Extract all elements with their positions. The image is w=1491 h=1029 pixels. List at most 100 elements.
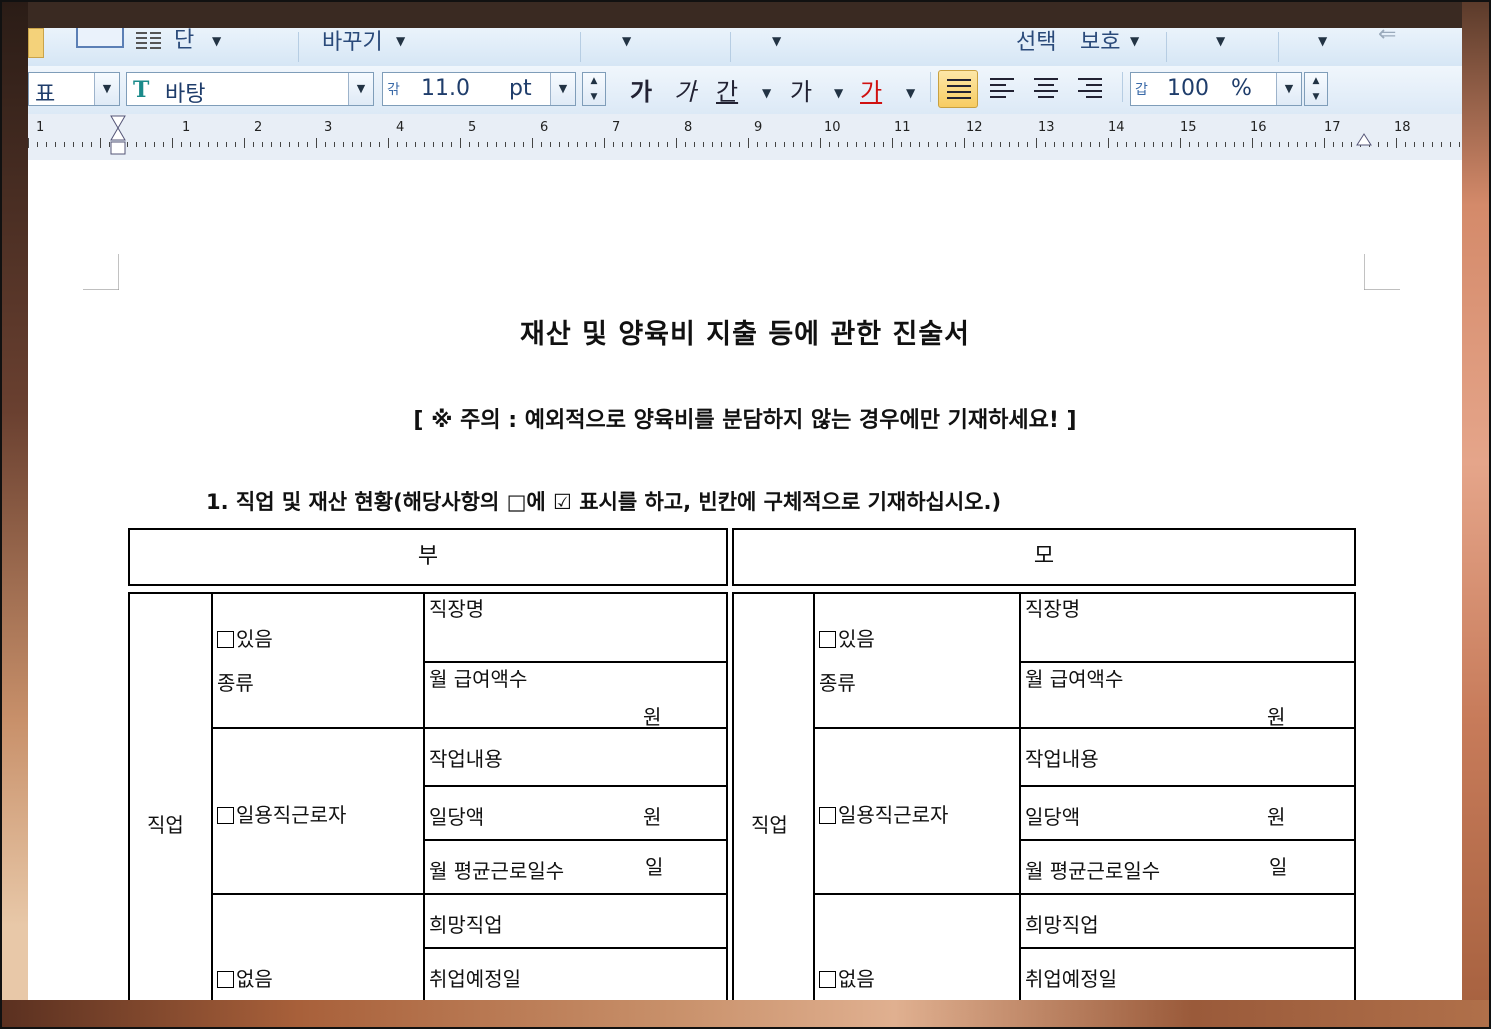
underline-button[interactable]: 간 bbox=[716, 72, 738, 107]
ruler-tick bbox=[1198, 142, 1199, 147]
ruler-tick bbox=[1387, 142, 1388, 147]
ruler-tick bbox=[973, 142, 974, 147]
ruler-number: 8 bbox=[684, 120, 693, 135]
ruler-tick bbox=[514, 142, 515, 147]
font-size-spinner[interactable]: ▲ ▼ bbox=[582, 72, 606, 106]
ruler-tick bbox=[307, 142, 308, 147]
ruler-tick bbox=[775, 142, 776, 147]
table-outline bbox=[732, 592, 1356, 1000]
separator bbox=[730, 32, 731, 62]
right-indent-marker-icon[interactable] bbox=[1356, 132, 1372, 146]
background-right bbox=[1462, 0, 1491, 1029]
chevron-down-icon[interactable]: ▼ bbox=[762, 86, 771, 100]
ruler-tick bbox=[541, 142, 542, 147]
line-spacing-spinner[interactable]: ▲ ▼ bbox=[1304, 72, 1328, 106]
select-button[interactable]: 선택 bbox=[1016, 28, 1056, 56]
ruler-tick bbox=[829, 142, 830, 147]
chevron-down-icon[interactable]: ▼ bbox=[906, 86, 915, 100]
columns-button[interactable]: 단 bbox=[174, 28, 194, 54]
chevron-down-icon[interactable]: ▼ bbox=[550, 73, 575, 105]
ruler-tick bbox=[433, 142, 434, 147]
ruler-tick bbox=[46, 142, 47, 147]
chevron-down-icon[interactable]: ▼ bbox=[622, 34, 631, 48]
ruler-tick bbox=[325, 142, 326, 147]
ruler-tick bbox=[784, 142, 785, 147]
ruler-tick bbox=[451, 142, 452, 147]
ruler-tick bbox=[874, 142, 875, 147]
ruler-tick bbox=[757, 142, 758, 147]
strikethrough-button[interactable]: 가 bbox=[790, 72, 812, 107]
ruler-tick bbox=[820, 138, 821, 148]
ruler-tick bbox=[505, 142, 506, 147]
ruler-tick bbox=[1432, 142, 1433, 147]
chevron-down-icon[interactable]: ▼ bbox=[212, 34, 221, 48]
bold-button[interactable]: 가 bbox=[630, 72, 652, 107]
chevron-down-icon[interactable]: ▼ bbox=[348, 73, 373, 105]
ruler-tick bbox=[1261, 142, 1262, 147]
chevron-down-icon[interactable]: ▼ bbox=[94, 73, 119, 105]
left-align-button[interactable] bbox=[982, 70, 1022, 108]
ruler-tick bbox=[1333, 142, 1334, 147]
ruler-tick bbox=[856, 142, 857, 147]
chevron-down-icon[interactable]: ▼ bbox=[772, 34, 781, 48]
ruler-tick bbox=[892, 138, 893, 148]
ruler-tick bbox=[82, 142, 83, 147]
ruler-number: 16 bbox=[1250, 120, 1267, 135]
right-align-button[interactable] bbox=[1070, 70, 1110, 108]
ruler-tick bbox=[1018, 142, 1019, 147]
indent-marker-icon[interactable] bbox=[110, 114, 126, 156]
ruler-tick bbox=[1000, 142, 1001, 147]
italic-button[interactable]: 가 bbox=[674, 72, 696, 107]
ruler-number: 1 bbox=[182, 120, 191, 135]
chevron-down-icon[interactable]: ▼ bbox=[1318, 34, 1327, 48]
ruler-tick bbox=[1027, 142, 1028, 147]
ruler-tick bbox=[910, 142, 911, 147]
ruler-number: 13 bbox=[1038, 120, 1055, 135]
line-spacing-icon: 갑 bbox=[1135, 82, 1148, 98]
font-color-button[interactable]: 가 bbox=[860, 72, 882, 107]
ruler-tick bbox=[739, 142, 740, 147]
ruler-tick bbox=[1414, 142, 1415, 147]
ruler-tick bbox=[1315, 142, 1316, 147]
center-align-button[interactable] bbox=[1026, 70, 1066, 108]
ruler-tick bbox=[955, 142, 956, 147]
font-select[interactable]: T 바탕 ▼ bbox=[126, 72, 374, 107]
ruler-tick bbox=[667, 142, 668, 147]
ruler-tick bbox=[1450, 142, 1451, 147]
font-size-input[interactable]: 갂 11.0 pt ▼ bbox=[382, 72, 576, 106]
horizontal-ruler[interactable]: 1 1 2 3 4 5 6 7 8 9 10 11 12 13 14 15 16 17 18 bbox=[28, 114, 1462, 161]
chevron-down-icon[interactable]: ▼ bbox=[1276, 73, 1301, 105]
ruler-tick bbox=[424, 142, 425, 147]
replace-button[interactable]: 바꾸기 bbox=[322, 28, 383, 56]
ruler-number: 18 bbox=[1394, 120, 1411, 135]
mother-column-header: 모 bbox=[732, 528, 1356, 586]
ruler-tick bbox=[703, 142, 704, 147]
ruler-tick bbox=[883, 142, 884, 147]
clipboard-icon[interactable] bbox=[28, 28, 44, 58]
ruler-tick bbox=[352, 142, 353, 147]
chevron-down-icon[interactable]: ▼ bbox=[396, 34, 405, 48]
undo-icon[interactable]: ⇐ bbox=[1378, 28, 1396, 47]
protect-button[interactable]: 보호 bbox=[1080, 28, 1120, 56]
ruler-tick bbox=[1207, 142, 1208, 147]
ruler-tick bbox=[298, 142, 299, 147]
ruler-tick bbox=[280, 142, 281, 147]
justify-align-button[interactable] bbox=[938, 70, 978, 108]
chevron-down-icon[interactable]: ▼ bbox=[1216, 34, 1225, 48]
document-page[interactable]: 재산 및 양육비 지출 등에 관한 진술서 [ ※ 주의 : 예외적으로 양육비… bbox=[28, 160, 1462, 1000]
font-size-icon: 갂 bbox=[387, 82, 400, 98]
ruler-tick bbox=[577, 142, 578, 147]
ruler-tick bbox=[1405, 142, 1406, 147]
ruler-tick bbox=[199, 142, 200, 147]
columns-icon[interactable] bbox=[136, 30, 162, 54]
style-value: 표 bbox=[35, 82, 56, 107]
margin-corner-mark bbox=[83, 254, 119, 290]
ruler-tick bbox=[1378, 142, 1379, 147]
ruler-tick bbox=[559, 142, 560, 147]
chevron-down-icon[interactable]: ▼ bbox=[834, 86, 843, 100]
line-spacing-input[interactable]: 갑 100 % ▼ bbox=[1130, 72, 1302, 106]
style-select[interactable]: 표 ▼ bbox=[28, 72, 120, 107]
page-layout-icon[interactable] bbox=[76, 28, 124, 48]
chevron-down-icon[interactable]: ▼ bbox=[1130, 34, 1139, 48]
background-bottom bbox=[0, 1000, 1491, 1029]
